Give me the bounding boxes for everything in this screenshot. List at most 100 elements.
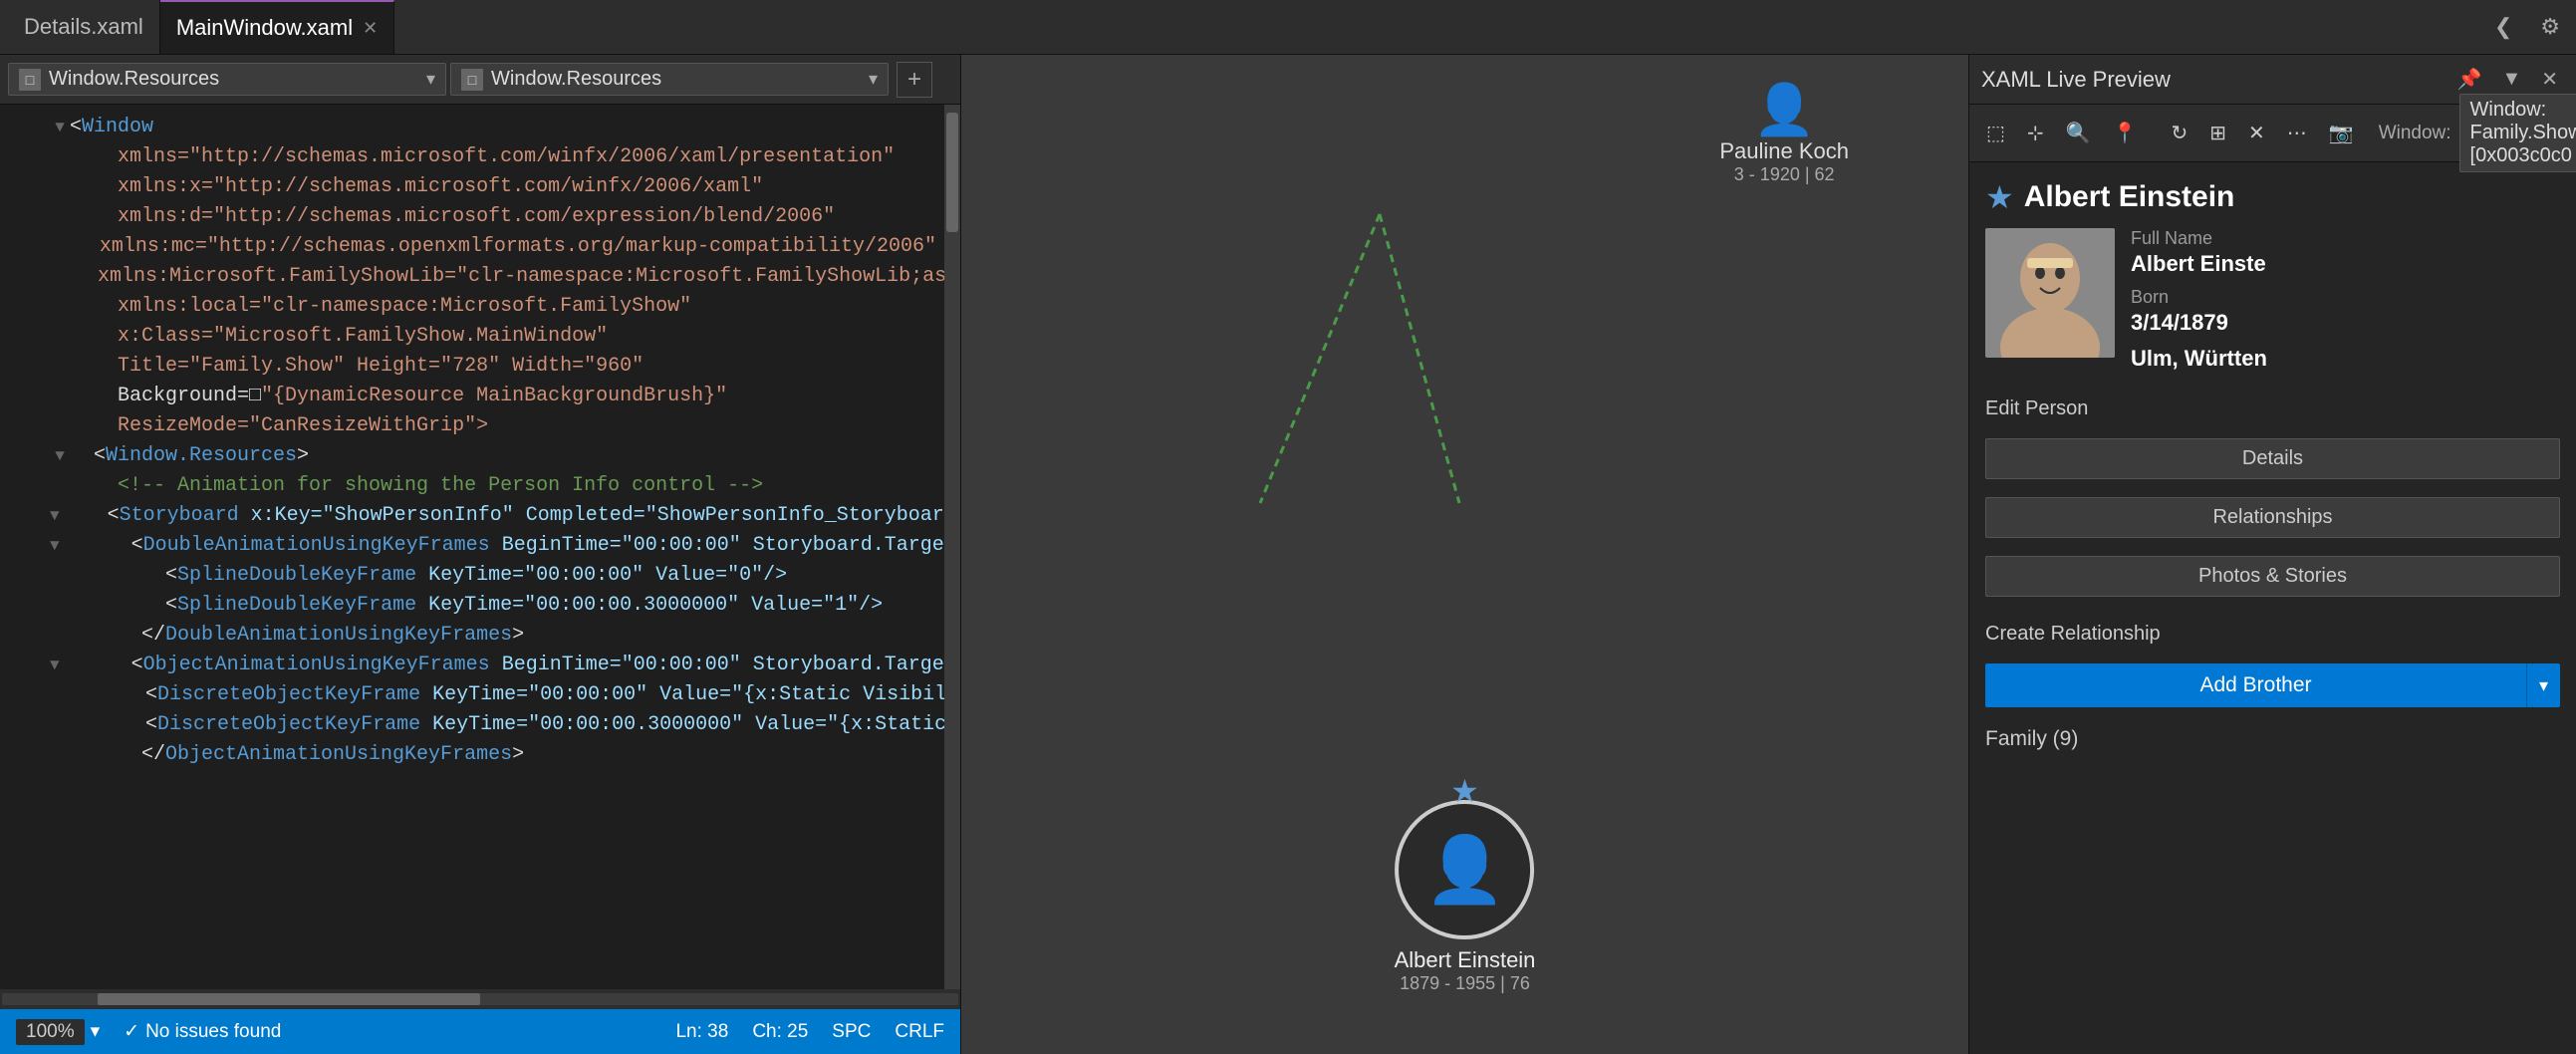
code-line: xmlns:Microsoft.FamilyShowLib="clr-names… [0,262,944,292]
code-line: <SplineDoubleKeyFrame KeyTime="00:00:00"… [0,561,944,591]
pauline-koch-node[interactable]: 👤 Pauline Koch 3 - 1920 | 62 [1719,85,1849,185]
tab-settings-button[interactable]: ⚙ [2532,10,2568,44]
cursor-tool-button[interactable]: ⬚ [1977,116,2014,150]
dropdown-left[interactable]: □ Window.Resources ▾ [8,63,446,96]
code-line: Title="Family.Show" Height="728" Width="… [0,352,944,382]
einstein-node[interactable]: ★ 👤 Albert Einstein 1879 - 1955 | 76 [1395,800,1536,994]
add-brother-dropdown-button[interactable]: ▾ [2526,663,2560,707]
code-line: ▼ <ObjectAnimationUsingKeyFrames BeginTi… [0,651,944,680]
refresh-button[interactable]: ↻ [2162,116,2196,150]
code-scroll[interactable]: ▼ <Window xmlns="http://schemas.microsof… [0,105,944,989]
full-name-label: Full Name [2131,228,2560,249]
tab-prev-button[interactable]: ❮ [2486,10,2520,44]
line-ending-status: CRLF [895,1021,944,1043]
toolbar-row: ⬚ ⊹ 🔍 📍 ↻ ⊞ ✕ ⋯ 📷 Window: Window: Family… [1969,105,2576,162]
dropdown-left-label: Window.Resources [49,68,219,91]
tab-details-label: Details.xaml [24,14,143,40]
code-line: ResizeMode="CanResizeWithGrip"> [0,411,944,441]
layout-button[interactable]: ⊞ [2200,116,2235,150]
encoding-value: SPC [832,1021,871,1043]
add-brother-row: Add Brother ▾ [1985,663,2560,707]
code-line: ▼ <Storyboard x:Key="ShowPersonInfo" Com… [0,501,944,531]
code-line: x:Class="Microsoft.FamilyShow.MainWindow… [0,322,944,352]
einstein-name: Albert Einstein [1395,947,1536,973]
pauline-name: Pauline Koch [1719,138,1849,164]
line-ending-value: CRLF [895,1021,944,1043]
photos-stories-button[interactable]: Photos & Stories [1985,556,2560,597]
add-section-button[interactable]: + [897,62,932,98]
zoom-tool-button[interactable]: 🔍 [2057,116,2100,150]
panel-title: XAML Live Preview [1981,67,2171,93]
panel-menu-button[interactable]: ▼ [2495,66,2527,93]
issues-status: ✓ No issues found [124,1020,281,1043]
select-tool-button[interactable]: ⊹ [2018,116,2053,150]
code-line: xmlns:d="http://schemas.microsoft.com/ex… [0,202,944,232]
code-line: </ObjectAnimationUsingKeyFrames> [0,740,944,770]
tab-details[interactable]: Details.xaml [8,0,160,54]
more-button[interactable]: ⋯ [2278,116,2316,150]
code-line: xmlns:x="http://schemas.microsoft.com/wi… [0,172,944,202]
code-line: Background=□"{DynamicResource MainBackgr… [0,382,944,411]
pauline-dates: 3 - 1920 | 62 [1734,164,1835,185]
born-place: Ulm, Württen [2131,346,2560,372]
person-header: ★ Albert Einstein [1985,178,2560,216]
bottom-scrollbar[interactable] [0,989,960,1009]
ch-value: Ch: 25 [752,1021,808,1043]
right-panel: XAML Live Preview 📌 ▼ ✕ ⬚ ⊹ 🔍 📍 ↻ ⊞ ✕ ⋯ … [1968,55,2576,1054]
create-relationship-label: Create Relationship [1985,623,2560,646]
zoom-status[interactable]: 100% ▾ [16,1019,100,1045]
ln-status: Ln: 38 [675,1021,728,1043]
window-dropdown[interactable]: Window: Family.Show [0x003c0c0 ▾ [2459,94,2576,172]
pin-button[interactable]: 📌 [2451,65,2488,94]
person-details: Full Name Albert Einste Born 3/14/1879 U… [2131,228,2560,382]
chevron-down-icon: ▾ [426,69,435,90]
code-line: <DiscreteObjectKeyFrame KeyTime="00:00:0… [0,680,944,710]
born-label: Born [2131,287,2560,308]
add-brother-button[interactable]: Add Brother [1985,663,2526,707]
ch-status: Ch: 25 [752,1021,808,1043]
person-info-row: Full Name Albert Einste Born 3/14/1879 U… [1985,228,2560,382]
relationships-button[interactable]: Relationships [1985,497,2560,538]
code-line: <SplineDoubleKeyFrame KeyTime="00:00:00.… [0,591,944,621]
code-line: ▼ <Window [0,113,944,142]
person-photo [1985,228,2115,358]
person-name-title: Albert Einstein [2024,180,2235,214]
code-editor: ▼ <Window xmlns="http://schemas.microsof… [0,105,960,989]
camera-button[interactable]: 📷 [2320,116,2363,150]
einstein-dates: 1879 - 1955 | 76 [1400,973,1530,994]
window-label: Window: [2379,123,2451,144]
code-line: </DoubleAnimationUsingKeyFrames> [0,621,944,651]
code-line: xmlns:local="clr-namespace:Microsoft.Fam… [0,292,944,322]
code-line: <DiscreteObjectKeyFrame KeyTime="00:00:0… [0,710,944,740]
close-icon[interactable]: ✕ [363,18,378,39]
dropdown-right-label: Window.Resources [491,68,661,91]
vertical-scrollbar[interactable] [944,105,960,989]
close-button[interactable]: ✕ [2239,116,2274,150]
code-line: ▼ <DoubleAnimationUsingKeyFrames BeginTi… [0,531,944,561]
tab-actions: ❮ ⚙ [2486,10,2568,44]
main-content: □ Window.Resources ▾ □ Window.Resources … [0,55,2576,1054]
person-panel: ★ Albert Einstein [1969,162,2576,1054]
dropdown-right[interactable]: □ Window.Resources ▾ [450,63,889,96]
tab-mainwindow[interactable]: MainWindow.xaml ✕ [160,0,394,54]
tab-mainwindow-label: MainWindow.xaml [176,15,353,41]
edit-person-label: Edit Person [1985,397,2560,420]
einstein-photo-svg [1985,228,2115,358]
full-name-value: Albert Einste [2131,251,2560,277]
encoding-status: SPC [832,1021,871,1043]
chevron-down-icon-2: ▾ [869,69,878,90]
code-line: ▼ <Window.Resources> [0,441,944,471]
details-button[interactable]: Details [1985,438,2560,479]
zoom-dropdown-icon: ▾ [91,1020,101,1043]
check-icon: ✓ [124,1020,139,1043]
zoom-level: 100% [16,1019,85,1045]
dropdown-right-icon: □ [461,69,483,91]
close-panel-button[interactable]: ✕ [2535,65,2564,94]
pin-tool-button[interactable]: 📍 [2104,116,2147,150]
preview-panel: 👤 Pauline Koch 3 - 1920 | 62 ★ 👤 Albert … [961,55,1968,1054]
preview-canvas: 👤 Pauline Koch 3 - 1920 | 62 ★ 👤 Albert … [961,55,1968,1054]
einstein-person-icon: 👤 [1424,832,1505,908]
window-value: Window: Family.Show [0x003c0c0 [2470,99,2576,167]
ln-value: Ln: 38 [675,1021,728,1043]
editor-panel: □ Window.Resources ▾ □ Window.Resources … [0,55,961,1054]
